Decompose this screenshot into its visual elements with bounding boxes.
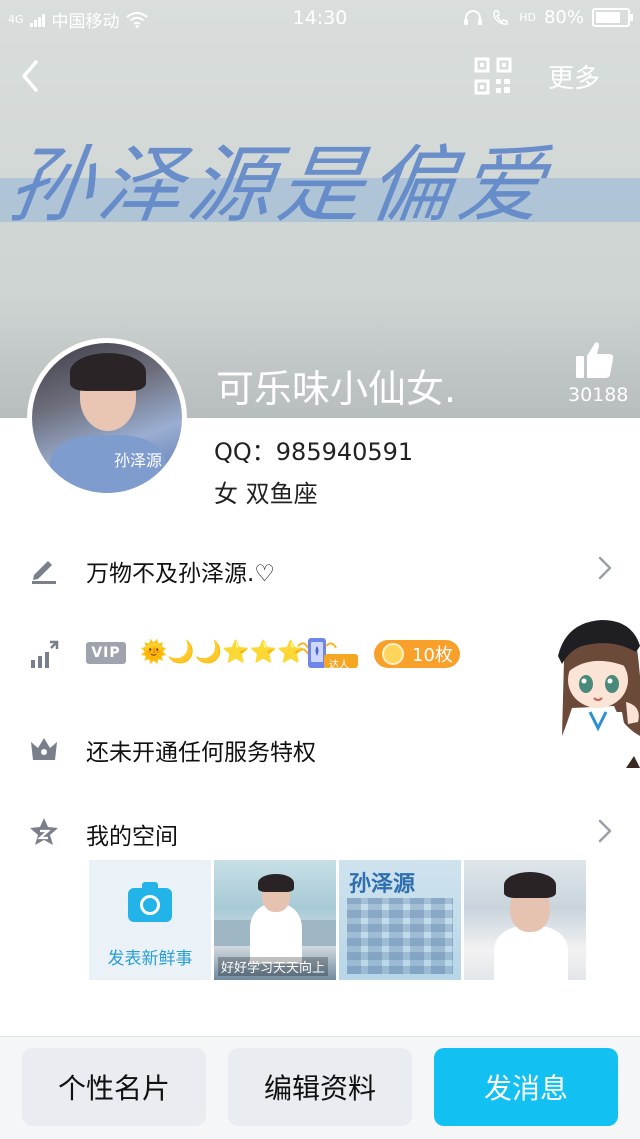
more-button[interactable]: 更多 [548,58,600,95]
my-space-label: 我的空间 [86,824,178,850]
avatar-image: 孙泽源 [32,343,182,493]
signature-text: 万物不及孙泽源.♡ [86,561,275,587]
space-photo[interactable]: 好好学习天天向上 [214,860,336,980]
avatar[interactable]: 孙泽源 [27,338,187,498]
cover-art-text: 孙泽源是偏爱 [2,136,556,234]
privilege-row[interactable]: 还未开通任何服务特权 [0,712,640,782]
space-photo[interactable] [464,860,586,980]
photo-hair [258,874,294,892]
coin-badge[interactable]: 10枚 [374,640,460,668]
photo-grid [347,898,453,974]
like-count: 30188 [568,384,629,406]
post-new-button[interactable]: 发表新鲜事 [89,860,211,980]
qr-code-icon [474,57,512,95]
avatar-tag: 孙泽源 [114,451,163,470]
level-chart-icon [31,640,59,668]
chevron-right-icon [598,556,612,580]
privilege-text: 还未开通任何服务特权 [86,740,316,766]
headset-icon [464,9,483,25]
chevron-right-icon [598,819,612,843]
coin-icon [382,643,404,665]
profile-card-button[interactable]: 个性名片 [22,1048,206,1126]
battery-icon [592,8,633,27]
call-icon [493,9,508,25]
space-photo[interactable]: 孙泽源 [339,860,461,980]
photo-title: 孙泽源 [349,872,416,897]
chevron-left-icon [22,60,38,92]
daren-label: 达人 [329,660,349,671]
qzone-star-icon [30,818,58,845]
like-button[interactable] [574,340,616,380]
vip-badge[interactable]: VIP [86,642,126,664]
status-bar: 4G 中国移动 14:30 HD 80% [0,0,640,36]
avatar-hair [70,353,146,391]
crown-icon [31,738,57,760]
battery-fill [596,12,620,23]
gender-zodiac: 女 双鱼座 [214,480,318,508]
daren-badge[interactable]: 达人 [296,636,362,672]
battery-percent: 80% [543,7,584,28]
qr-code-button[interactable] [474,57,512,95]
qq-number: QQ：985940591 [214,438,414,466]
photo-shirt [494,926,568,980]
post-new-label: 发表新鲜事 [107,949,193,969]
photo-hair [504,872,556,898]
edit-profile-button[interactable]: 编辑资料 [228,1048,412,1126]
photo-caption: 好好学习天天向上 [218,957,329,976]
camera-icon [128,882,172,922]
signature-row[interactable]: 万物不及孙泽源.♡ [0,533,640,603]
qq-level-icons: 🌞🌙🌙⭐⭐⭐ [140,640,305,665]
coin-count: 10枚 [412,645,453,666]
my-space-row[interactable]: 我的空间 [0,796,640,866]
hd-label: HD [519,11,536,24]
back-button[interactable] [14,56,50,96]
thumbs-up-icon [576,342,614,378]
nickname: 可乐味小仙女. [216,367,457,411]
photo-shirt [250,904,302,964]
send-message-button[interactable]: 发消息 [434,1048,618,1126]
pencil-icon [32,561,56,584]
